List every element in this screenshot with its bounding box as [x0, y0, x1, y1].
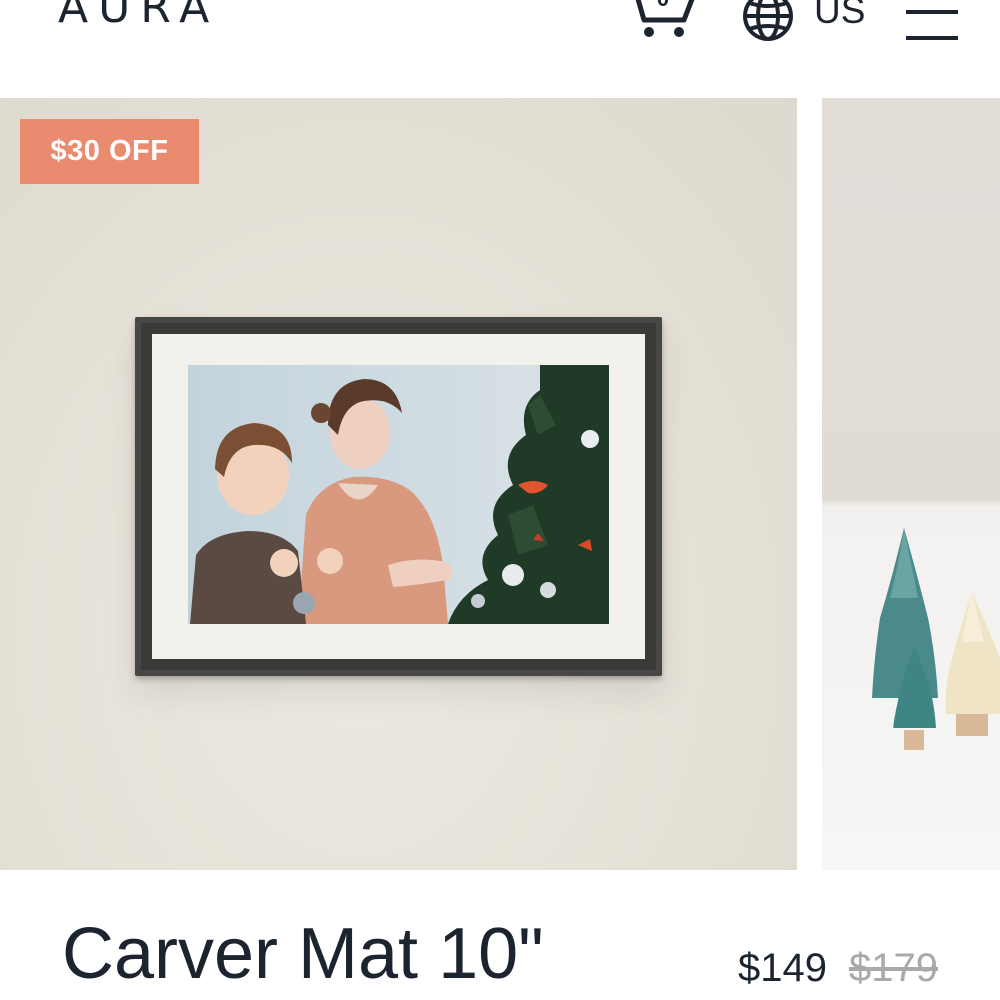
photo-frame-image	[135, 317, 662, 676]
locale-label: US	[814, 0, 866, 31]
original-price: $179	[849, 946, 938, 990]
cart-count-badge: 0	[651, 0, 675, 10]
site-header: AURA 0 US	[0, 0, 1000, 98]
carousel-slide-next[interactable]	[822, 98, 1000, 870]
globe-icon	[743, 0, 793, 41]
hamburger-menu-icon[interactable]	[906, 10, 958, 42]
aura-logo[interactable]: AURA	[58, 0, 219, 30]
product-image-carousel[interactable]: $30 OFF	[0, 98, 1000, 870]
locale-selector[interactable]: US	[742, 0, 865, 44]
frame-photo-image	[188, 365, 609, 624]
carousel-slide-active[interactable]: $30 OFF	[0, 98, 797, 870]
discount-badge: $30 OFF	[20, 119, 199, 184]
product-page: AURA 0 US $30 OFF	[0, 0, 1000, 1000]
mini-trees-image	[872, 528, 1000, 750]
sale-price: $149	[738, 946, 827, 990]
product-title: Carver Mat 10"	[62, 914, 544, 994]
